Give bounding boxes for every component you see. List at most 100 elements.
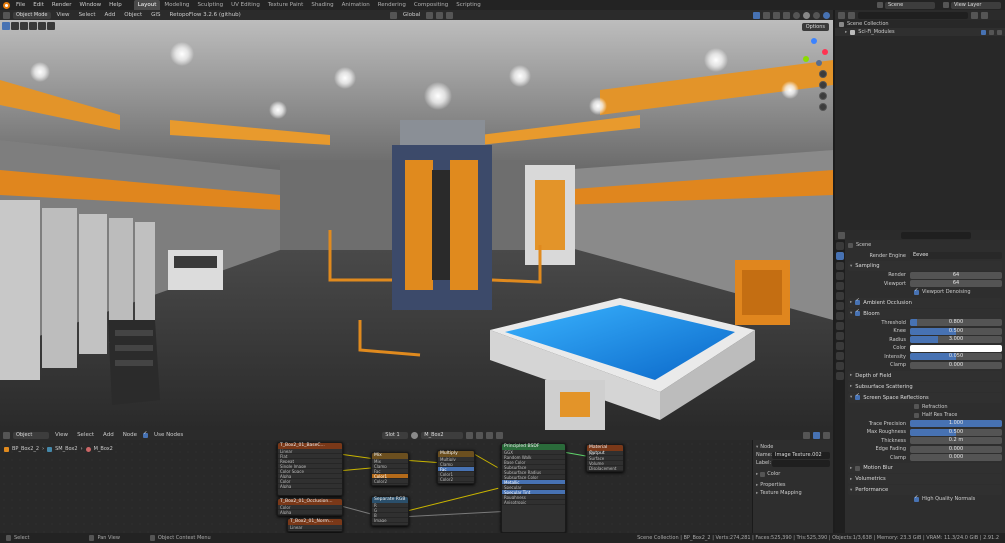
- tab-data-icon[interactable]: [836, 352, 844, 360]
- fake-user-icon[interactable]: [466, 431, 474, 439]
- node-image-texture-basecolor[interactable]: T_Box2_01_BaseC... Linear Flat Repeat Si…: [277, 442, 343, 496]
- viewport-menu-select[interactable]: Select: [76, 12, 99, 18]
- blender-logo-icon[interactable]: [3, 1, 10, 9]
- view-layer-selector[interactable]: View Layer: [951, 1, 1001, 9]
- shading-solid-icon[interactable]: [803, 11, 810, 19]
- node-name-field[interactable]: Image Texture.002: [772, 451, 830, 459]
- bloom-intensity-slider[interactable]: 0.050: [910, 353, 1002, 361]
- tab-world-icon[interactable]: [836, 292, 844, 300]
- xray-icon[interactable]: [783, 11, 790, 19]
- node-menu-select[interactable]: Select: [74, 432, 97, 438]
- visibility-icon[interactable]: [753, 11, 760, 19]
- sampling-panel-header[interactable]: ▾ Sampling: [848, 261, 1002, 271]
- viewport-menu-view[interactable]: View: [54, 12, 73, 18]
- perspective-toggle-icon[interactable]: [819, 103, 827, 111]
- use-nodes-checkbox[interactable]: [143, 431, 149, 438]
- gizmo-y-icon[interactable]: [803, 56, 809, 62]
- backdrop-icon[interactable]: [823, 431, 830, 439]
- move-tool-icon[interactable]: [20, 22, 28, 30]
- properties-search-input[interactable]: [901, 231, 971, 239]
- cursor-tool-icon[interactable]: [11, 22, 19, 30]
- overlay-icon[interactable]: [773, 11, 780, 19]
- eye-icon[interactable]: [989, 29, 994, 35]
- node-snap-icon[interactable]: [803, 431, 810, 439]
- tab-modeling[interactable]: Modeling: [160, 0, 193, 10]
- viewport-samples-field[interactable]: 64: [910, 280, 1002, 288]
- breadcrumb-mesh[interactable]: SM_Box2: [55, 446, 77, 452]
- breadcrumb-object[interactable]: BP_Box2_2: [12, 446, 39, 452]
- tab-output-icon[interactable]: [836, 262, 844, 270]
- tab-texture-paint[interactable]: Texture Paint: [264, 0, 308, 10]
- breadcrumb-material[interactable]: M_Box2: [94, 446, 113, 452]
- edge-fading-field[interactable]: 0.000: [910, 445, 1002, 453]
- node-row[interactable]: Displacement: [587, 466, 623, 471]
- bloom-color-swatch[interactable]: [910, 344, 1002, 352]
- filter-icon[interactable]: [971, 11, 978, 19]
- 3d-viewport[interactable]: Options: [0, 20, 833, 430]
- node-mix[interactable]: Mix Mix Clamp Fac Color1 Color2: [371, 452, 409, 486]
- node-row[interactable]: Color2: [372, 479, 408, 484]
- render-engine-select[interactable]: Eevee: [910, 252, 1002, 260]
- half-res-checkbox[interactable]: [914, 412, 919, 418]
- render-samples-field[interactable]: 64: [910, 271, 1002, 279]
- node-properties-row[interactable]: ▸ Properties: [756, 481, 830, 489]
- viewport-menu-gis[interactable]: GIS: [148, 12, 163, 18]
- gizmo-z-icon[interactable]: [811, 38, 817, 44]
- viewport-options-button[interactable]: Options: [801, 23, 829, 31]
- tab-sculpting[interactable]: Sculpting: [193, 0, 227, 10]
- ssr-checkbox[interactable]: [855, 393, 861, 400]
- ssr-panel-header[interactable]: ▾ Screen Space Reflections: [848, 392, 1002, 403]
- material-slot-selector[interactable]: Slot 1: [382, 431, 409, 439]
- color-checkbox-icon[interactable]: [760, 471, 766, 477]
- shading-material-icon[interactable]: [813, 11, 820, 19]
- mode-selector[interactable]: Object Mode: [13, 11, 51, 19]
- volumetrics-panel-header[interactable]: ▸ Volumetrics: [848, 474, 1002, 484]
- tab-modifiers-icon[interactable]: [836, 312, 844, 320]
- outliner-search-input[interactable]: [858, 11, 968, 19]
- bloom-threshold-slider[interactable]: 0.800: [910, 319, 1002, 327]
- ssr-clamp-field[interactable]: 0.000: [910, 454, 1002, 462]
- duplicate-material-icon[interactable]: [476, 431, 484, 439]
- tab-shading[interactable]: Shading: [307, 0, 337, 10]
- max-roughness-slider[interactable]: 0.500: [910, 428, 1002, 436]
- node-color-row[interactable]: ▸ Color: [756, 470, 830, 478]
- shading-wire-icon[interactable]: [793, 11, 800, 19]
- node-row[interactable]: Color2: [438, 477, 474, 482]
- motion-blur-panel-header[interactable]: ▸ Motion Blur: [848, 463, 1002, 473]
- node-material-output[interactable]: Material Output All Surface Volume Displ…: [586, 444, 624, 472]
- tab-scene-icon[interactable]: [836, 282, 844, 290]
- tab-constraints-icon[interactable]: [836, 342, 844, 350]
- camera-icon[interactable]: [997, 29, 1002, 35]
- gizmo-x-icon[interactable]: [822, 49, 828, 55]
- node-editor-type-icon[interactable]: [3, 431, 10, 439]
- node-image-texture-normal[interactable]: T_Box2_01_Norm... Linear: [287, 518, 343, 532]
- menu-window[interactable]: Window: [75, 2, 105, 8]
- bloom-checkbox[interactable]: [855, 309, 861, 316]
- bloom-knee-slider[interactable]: 0.500: [910, 327, 1002, 335]
- performance-panel-header[interactable]: ▾ Performance: [848, 485, 1002, 495]
- select-box-tool-icon[interactable]: [2, 22, 10, 30]
- node-menu-node[interactable]: Node: [120, 432, 140, 438]
- menu-help[interactable]: Help: [105, 2, 126, 8]
- node-editor[interactable]: BP_Box2_2 › SM_Box2 › M_Box2 T_Box2_01_B…: [0, 440, 833, 533]
- node-principled-bsdf[interactable]: Principled BSDF GGX Random Walk Base Col…: [501, 443, 566, 533]
- editor-type-icon[interactable]: [3, 11, 10, 19]
- retopoflow-menu[interactable]: RetopoFlow 3.2.6 (github): [167, 12, 244, 18]
- transform-tool-icon[interactable]: [47, 22, 55, 30]
- material-name-field[interactable]: M_Box2: [421, 431, 464, 439]
- tab-uv-editing[interactable]: UV Editing: [227, 0, 264, 10]
- ambient-occlusion-panel-header[interactable]: ▸ Ambient Occlusion: [848, 297, 1002, 308]
- subsurface-panel-header[interactable]: ▸ Subsurface Scattering: [848, 381, 1002, 392]
- bloom-panel-header[interactable]: ▾ Bloom: [848, 308, 1002, 319]
- proportional-edit-icon[interactable]: [446, 11, 454, 19]
- tab-particles-icon[interactable]: [836, 322, 844, 330]
- unlink-material-icon[interactable]: [486, 431, 494, 439]
- scene-selector[interactable]: Scene: [885, 1, 935, 9]
- node-row[interactable]: Alpha: [278, 484, 342, 489]
- tab-object-icon[interactable]: [836, 302, 844, 310]
- menu-edit[interactable]: Edit: [29, 2, 48, 8]
- scale-tool-icon[interactable]: [38, 22, 46, 30]
- node-separate-rgb[interactable]: Separate RGB R G B Image: [371, 496, 409, 526]
- viewport-menu-object[interactable]: Object: [121, 12, 145, 18]
- new-collection-icon[interactable]: [981, 11, 988, 19]
